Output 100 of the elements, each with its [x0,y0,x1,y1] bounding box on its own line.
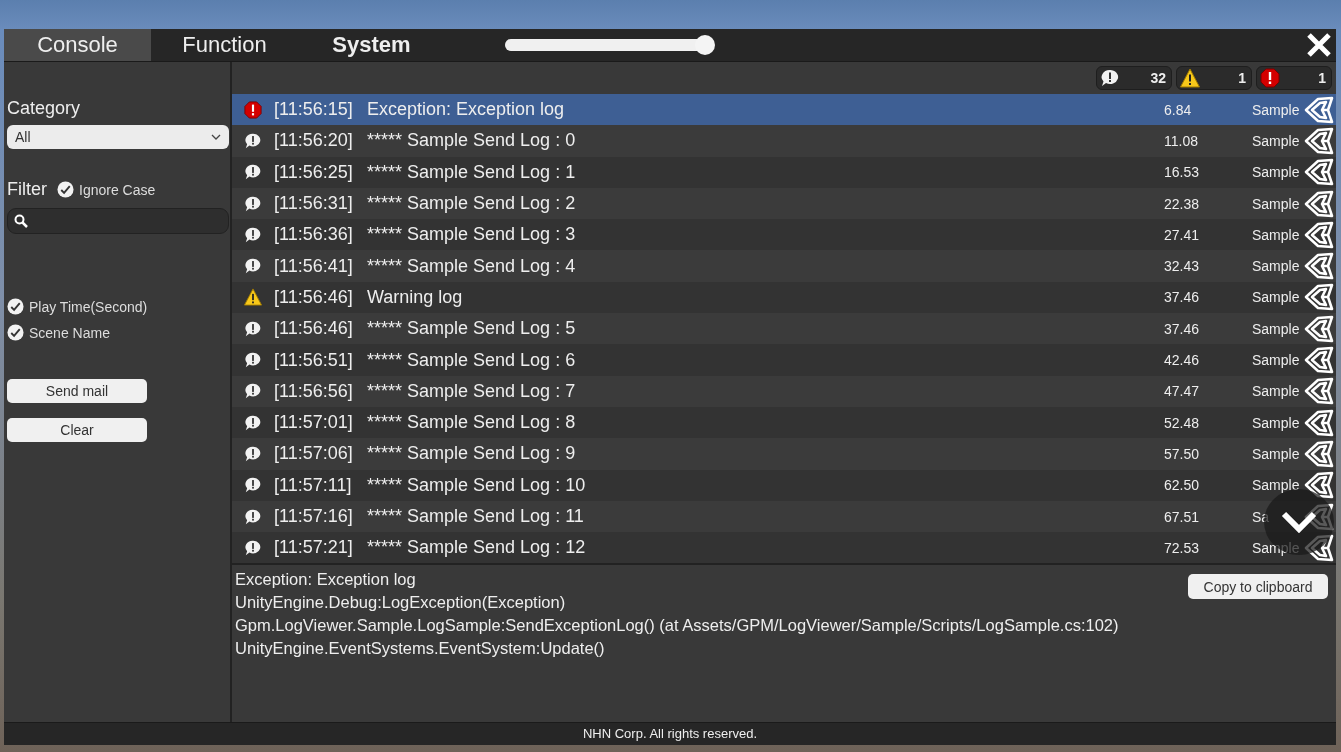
log-time: [11:56:56] [274,380,354,402]
sidebar-button[interactable]: Send mail [7,379,147,403]
log-row[interactable]: [11:57:01] ***** Sample Send Log : 8 52.48 Sample [232,406,1336,439]
log-row[interactable]: [11:56:25] ***** Sample Send Log : 1 16.53 Sample [232,156,1336,188]
scene-name: Sample [1251,320,1301,337]
tab[interactable]: Function [151,29,298,61]
cube-logo-icon [1304,220,1334,249]
play-time: 42.46 [1164,352,1201,368]
info-icon [244,225,262,244]
scene-name: Sample [1251,352,1301,368]
play-time: 11.08 [1164,132,1199,149]
log-message: ***** Sample Send Log : 6 [367,349,577,371]
cube-logo-icon [1304,95,1334,124]
info-icon [244,538,262,557]
play-time: 72.53 [1164,539,1201,556]
log-time: [11:56:15] [274,99,354,121]
cube-logo-icon [1304,377,1334,406]
tab[interactable]: Console [4,29,151,61]
log-time: [11:56:41] [274,255,354,277]
cube-logo-icon [1304,408,1334,437]
search-field[interactable] [7,208,229,234]
log-count-toggle[interactable]: 1 [1176,66,1252,90]
play-time: 16.53 [1164,164,1201,181]
category-dropdown[interactable]: All [7,125,229,149]
log-message: ***** Sample Send Log : 5 [367,318,577,340]
info-icon [244,131,262,150]
info-icon [244,444,262,463]
checkbox-label: Ignore Case [79,181,156,198]
scene-name: Sample [1251,289,1301,306]
warning-icon [244,288,262,307]
info-icon [244,319,262,338]
cube-logo-icon [1304,471,1334,500]
tab[interactable]: System [298,29,445,61]
play-time: 27.41 [1164,226,1201,243]
info-icon [244,382,262,401]
stack-trace-line: UnityEngine.EventSystems.EventSystem:Update() [235,638,605,660]
log-count-toggle[interactable]: 32 [1096,66,1172,90]
log-message: ***** Sample Send Log : 8 [367,412,577,434]
scene-name: Sample [1251,226,1301,243]
log-message: ***** Sample Send Log : 3 [367,224,577,246]
log-time: [11:56:31] [274,193,354,215]
scene-name: Sa [1251,508,1271,525]
info-icon [244,194,262,213]
sidebar-button[interactable]: Clear [7,418,147,442]
log-time: [11:57:21] [274,537,354,559]
scene-name: Sample [1251,539,1301,556]
cube-logo-icon [1304,158,1334,187]
copy-button[interactable]: Copy to clipboard [1188,574,1328,600]
checkbox[interactable] [7,298,24,315]
log-message: Warning log [367,286,464,308]
play-time: 37.46 [1164,320,1201,337]
warning-icon [1180,68,1200,88]
cube-logo-icon [1304,189,1334,218]
cube-logo-icon [1304,283,1334,312]
log-message: ***** Sample Send Log : 7 [367,380,577,402]
scene-name: Sample [1251,101,1301,118]
scene-name: Sample [1251,414,1301,431]
filter-label: Filter [7,179,47,200]
checkbox[interactable] [57,181,74,198]
checkbox-label: Scene Name [29,324,110,341]
stack-trace-line: Exception: Exception log [235,569,416,591]
cube-logo-icon [1304,346,1334,374]
log-time: [11:56:36] [274,224,354,246]
scene-name: Sample [1251,445,1301,462]
info-icon [244,413,262,432]
log-time: [11:56:20] [274,130,354,152]
play-time: 47.47 [1164,383,1201,400]
search-icon [14,214,28,228]
log-message: ***** Sample Send Log : 10 [367,474,587,496]
checkbox-label: Play Time(Second) [29,298,148,315]
log-row[interactable]: [11:56:46] Warning log 37.46 Sample [232,281,1336,314]
info-icon [244,257,262,276]
info-icon [244,351,262,369]
log-row[interactable]: [11:56:51] ***** Sample Send Log : 6 42.46 Sample [232,344,1336,376]
log-message: ***** Sample Send Log : 4 [367,255,577,277]
log-time: [11:57:01] [274,412,354,434]
play-time: 22.38 [1164,195,1201,212]
log-time: [11:57:06] [274,443,354,465]
footer-copyright: NHN Corp. All rights reserved. [4,722,1336,745]
scene-name: Sample [1251,258,1301,275]
category-label: Category [7,98,82,119]
play-time: 32.43 [1164,258,1201,275]
log-message: ***** Sample Send Log : 2 [367,193,577,215]
close-icon[interactable] [1306,32,1332,58]
log-time: [11:56:25] [274,161,354,183]
stack-trace-line: Gpm.LogViewer.Sample.LogSample:SendExceptionLog() (at Assets/GPM/LogViewer/Sample/Scripts/LogSample.cs:102) [235,615,1119,637]
log-row[interactable]: [11:56:36] ***** Sample Send Log : 3 27.41 Sample [232,219,1336,251]
log-row[interactable]: [11:56:15] Exception: Exception log 6.84 Sample [232,94,1336,126]
checkbox[interactable] [7,324,24,341]
log-row[interactable]: [11:57:21] ***** Sample Send Log : 12 72.53 Sample [232,532,1336,564]
play-time: 62.50 [1164,477,1201,494]
scene-name: Sample [1251,164,1301,181]
log-time: [11:56:46] [274,286,354,308]
play-time: 57.50 [1164,445,1201,462]
log-count-toggle[interactable]: 1 [1256,66,1332,90]
log-time: [11:57:16] [274,506,354,527]
log-row[interactable]: [11:57:11] ***** Sample Send Log : 10 62.50 Sample [232,469,1336,501]
chevron-down-icon [211,134,221,140]
play-time: 52.48 [1164,414,1201,431]
log-message: ***** Sample Send Log : 12 [367,537,587,559]
